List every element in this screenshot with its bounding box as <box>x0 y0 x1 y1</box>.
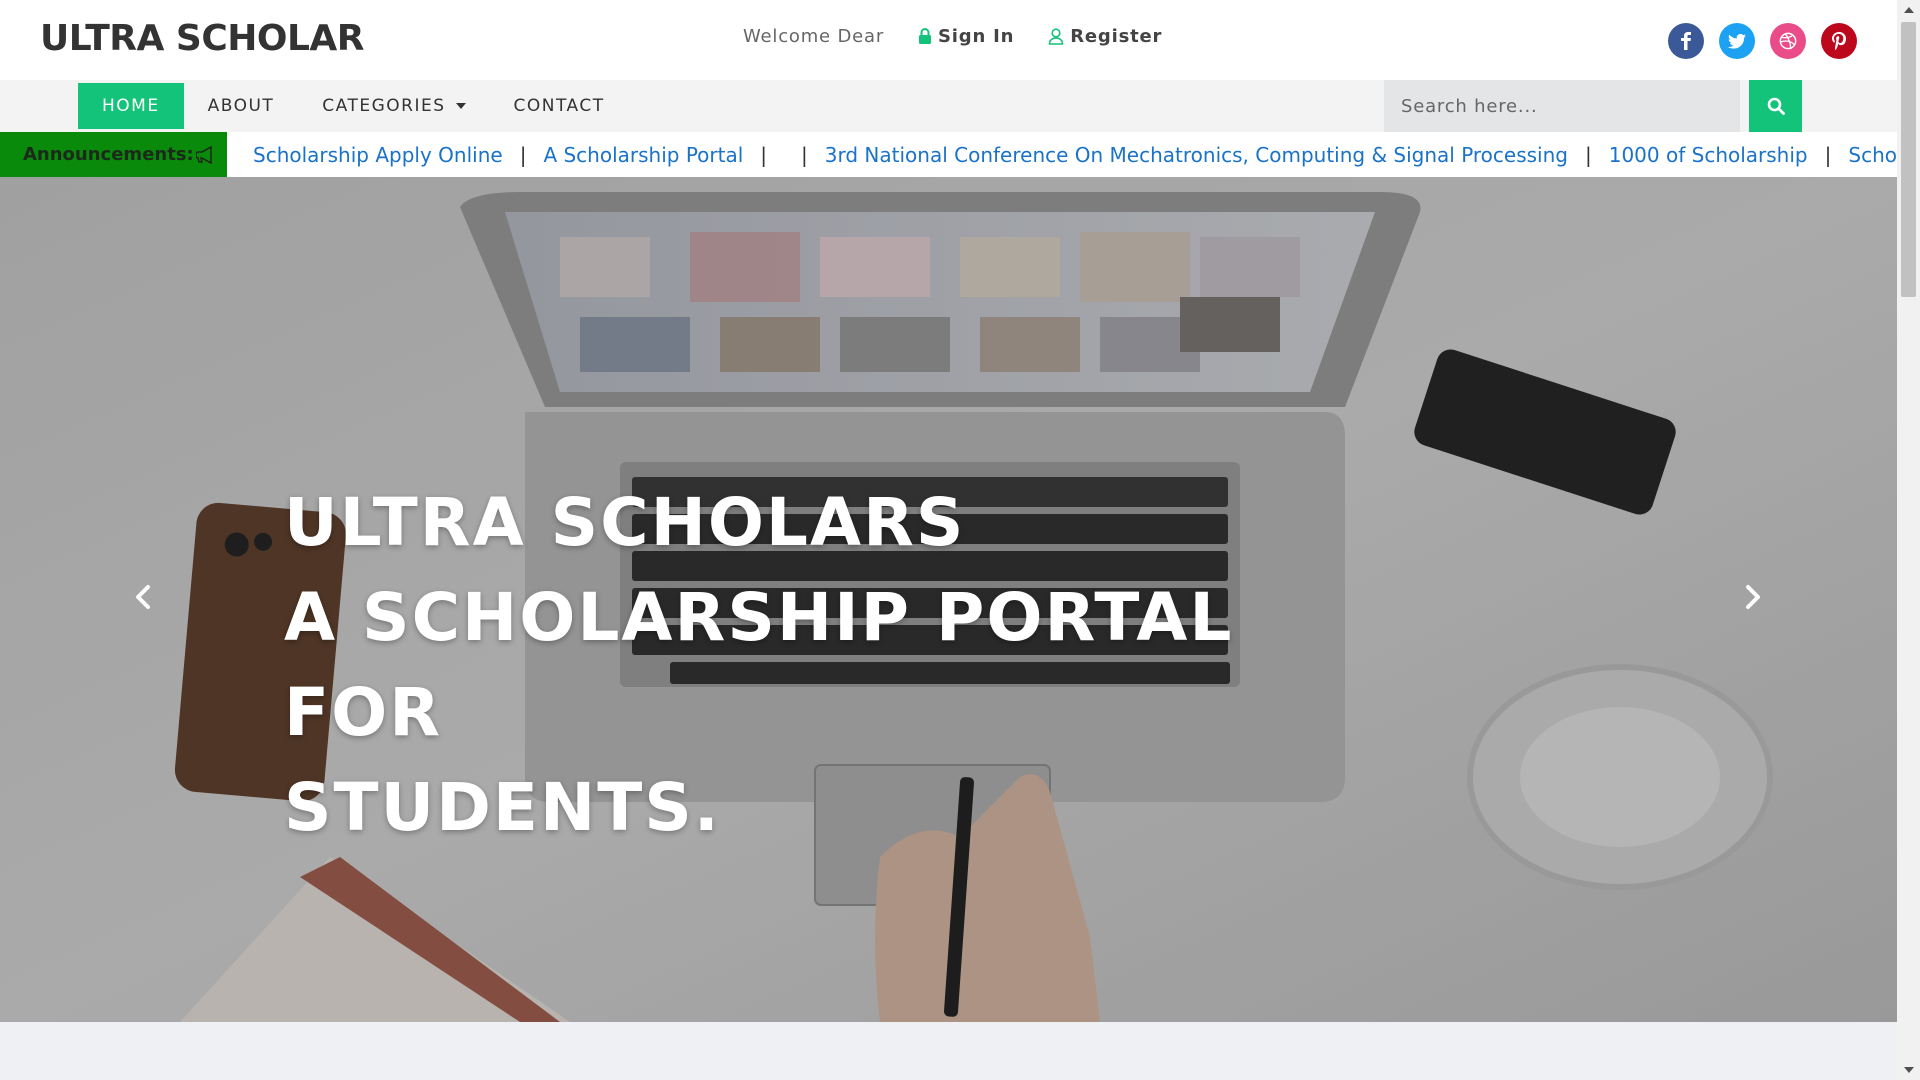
page-scrollbar[interactable] <box>1897 0 1920 1080</box>
nav-item-label: ABOUT <box>207 96 275 116</box>
carousel-next-button[interactable] <box>1733 577 1773 617</box>
twitter-icon[interactable] <box>1719 23 1755 59</box>
announcement-label-text: Announcements: <box>23 144 194 165</box>
hero-title-line: A SCHOLARSHIP PORTAL FOR <box>284 579 1234 751</box>
sign-in-label: Sign In <box>938 26 1015 47</box>
user-links: Welcome Dear Sign In Register <box>743 26 1196 47</box>
chevron-down-icon <box>455 103 466 109</box>
nav-item-label: CONTACT <box>513 96 605 116</box>
site-logo[interactable]: ULTRA SCHOLAR <box>40 18 365 59</box>
nav-item-home[interactable]: HOME <box>78 83 184 129</box>
carousel-prev-button[interactable] <box>123 577 163 617</box>
hero-title-line: ULTRA SCHOLARS <box>284 484 966 561</box>
separator: | <box>801 142 808 167</box>
nav-menu: HOME ABOUT CATEGORIES CONTACT <box>78 83 629 129</box>
register-label: Register <box>1070 26 1163 47</box>
hero-title: ULTRA SCHOLARS A SCHOLARSHIP PORTAL FOR … <box>284 475 1384 855</box>
separator: | <box>1584 142 1592 167</box>
social-links <box>1668 23 1872 59</box>
scroll-thumb[interactable] <box>1901 22 1916 297</box>
chevron-left-icon <box>136 585 150 609</box>
top-header: ULTRA SCHOLAR Welcome Dear Sign In Regis… <box>0 0 1897 80</box>
user-icon <box>1048 28 1064 45</box>
announcement-link[interactable]: 3rd National Conference On Mechatronics,… <box>825 143 1568 167</box>
facebook-icon[interactable] <box>1668 23 1704 59</box>
announcement-link[interactable]: Scholarship <box>1848 143 1897 167</box>
scroll-up-button[interactable] <box>1897 0 1920 20</box>
search-input[interactable] <box>1384 80 1740 132</box>
announcement-link[interactable]: A Scholarship Portal <box>543 143 743 167</box>
separator: | <box>519 142 527 167</box>
separator: | <box>760 142 768 167</box>
nav-item-label: CATEGORIES <box>322 96 446 116</box>
search-icon <box>1767 97 1785 115</box>
announcement-label: Announcements: <box>0 132 227 177</box>
arrow-up-icon <box>1903 7 1914 13</box>
pinterest-icon[interactable] <box>1821 23 1857 59</box>
nav-item-categories[interactable]: CATEGORIES <box>298 83 489 129</box>
chevron-right-icon <box>1746 585 1760 609</box>
hero-title-line: STUDENTS. <box>284 769 721 846</box>
register-link[interactable]: Register <box>1048 26 1162 47</box>
lock-icon <box>919 28 932 44</box>
announcement-ticker: Scholarship Apply Online | A Scholarship… <box>253 132 1897 177</box>
search-button[interactable] <box>1749 80 1802 132</box>
announcement-link[interactable]: Scholarship Apply Online <box>253 143 503 167</box>
welcome-text: Welcome Dear <box>743 26 885 47</box>
dribbble-icon[interactable] <box>1770 23 1806 59</box>
megaphone-icon <box>195 145 212 164</box>
nav-item-label: HOME <box>102 96 160 116</box>
arrow-down-icon <box>1903 1067 1914 1073</box>
sign-in-link[interactable]: Sign In <box>918 26 1014 47</box>
announcement-link[interactable]: 1000 of Scholarship <box>1609 143 1808 167</box>
scroll-down-button[interactable] <box>1897 1060 1920 1080</box>
announcement-bar: Announcements: Scholarship Apply Online … <box>0 132 1897 177</box>
nav-item-about[interactable]: ABOUT <box>184 83 299 129</box>
nav-item-contact[interactable]: CONTACT <box>490 83 629 129</box>
separator: | <box>1824 142 1832 167</box>
hero-carousel: ULTRA SCHOLARS A SCHOLARSHIP PORTAL FOR … <box>0 177 1897 1022</box>
main-navbar: HOME ABOUT CATEGORIES CONTACT <box>0 80 1897 132</box>
